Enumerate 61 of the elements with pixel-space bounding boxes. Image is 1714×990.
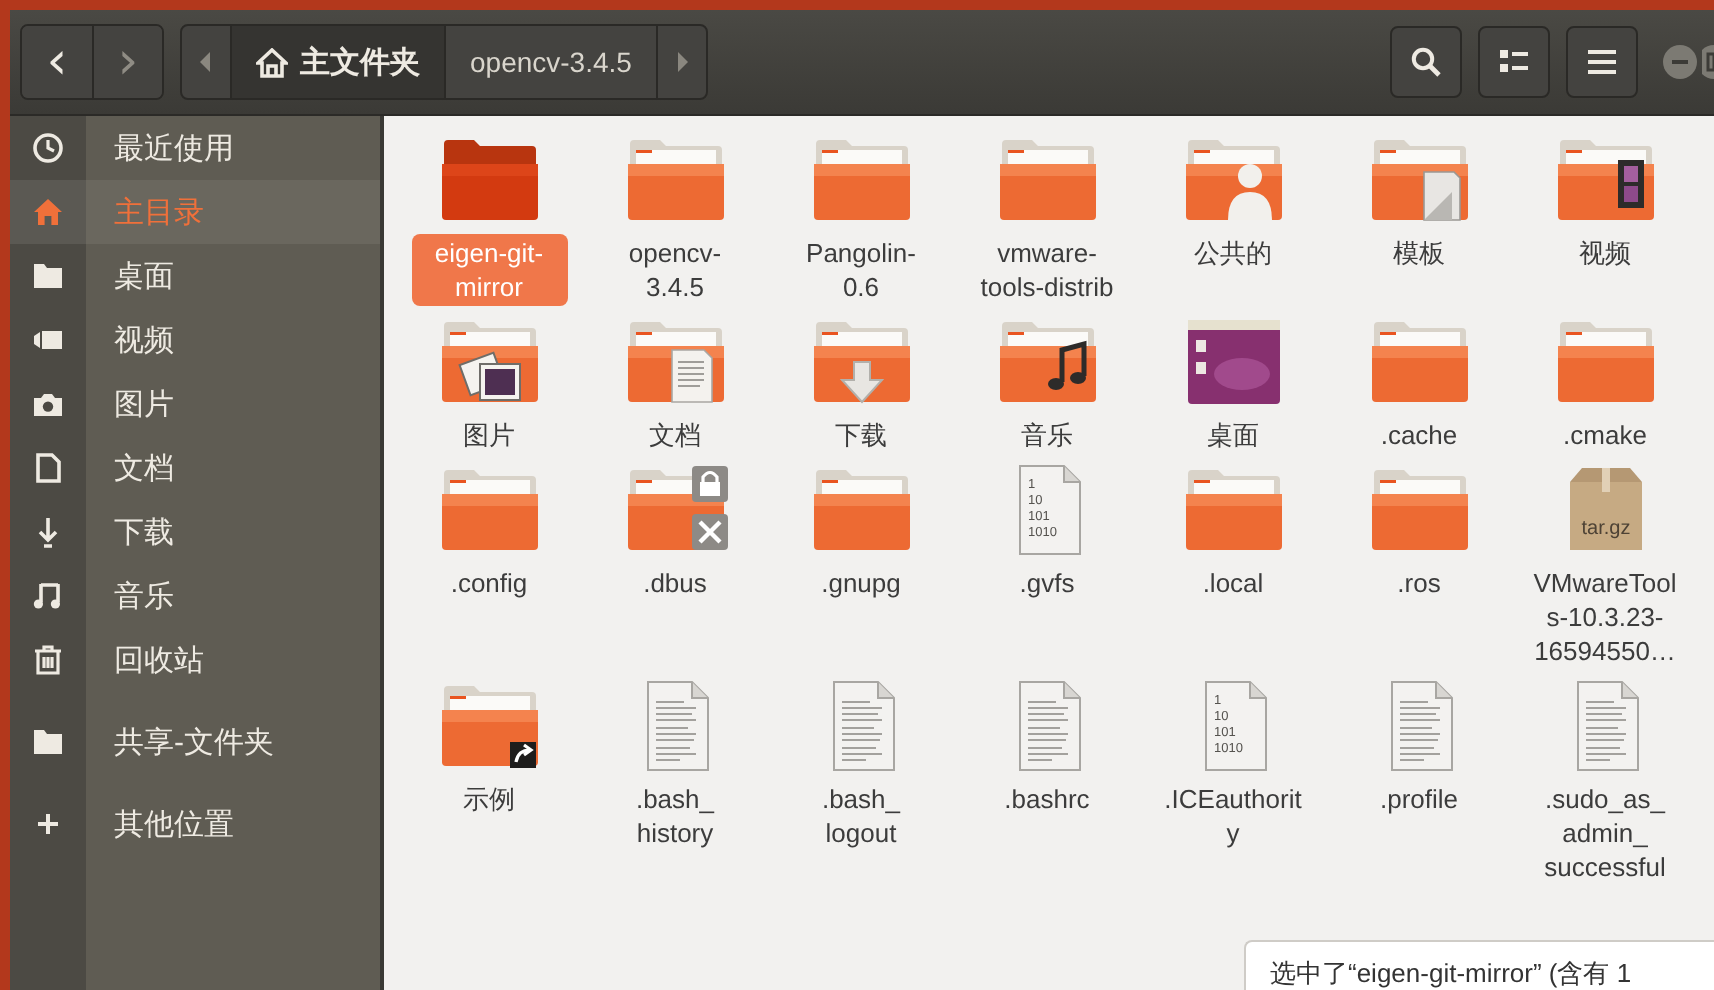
sidebar-item[interactable]: 视频 xyxy=(10,308,380,372)
sidebar-item[interactable]: 下载 xyxy=(10,500,380,564)
back-button[interactable]: ‹ xyxy=(22,26,92,98)
sidebar-item[interactable]: 音乐 xyxy=(10,564,380,628)
file-name[interactable]: .config xyxy=(444,564,534,602)
clock-icon xyxy=(32,132,64,164)
file-name[interactable]: 图片 xyxy=(457,416,521,454)
music-icon xyxy=(32,580,64,612)
file-name[interactable]: 模板 xyxy=(1387,234,1451,272)
document-icon xyxy=(32,452,64,484)
sidebar-item[interactable]: 图片 xyxy=(10,372,380,436)
file-name[interactable]: .cmake xyxy=(1557,416,1653,454)
search-icon xyxy=(1410,46,1442,78)
minimize-button[interactable] xyxy=(1662,44,1698,80)
file-name[interactable]: vmware-tools-distrib xyxy=(969,234,1125,306)
sidebar-item[interactable]: 共享-文件夹 xyxy=(10,710,380,774)
file-name[interactable]: .bash_logout xyxy=(783,780,939,852)
file-name[interactable]: .bash_history xyxy=(597,780,753,852)
list-view-icon xyxy=(1500,50,1528,74)
search-button[interactable] xyxy=(1390,26,1462,98)
file-name[interactable]: .ICEauthority xyxy=(1155,780,1311,852)
path-button[interactable]: 主文件夹 xyxy=(230,26,444,98)
file-name[interactable]: opencv-3.4.5 xyxy=(597,234,753,306)
file-name[interactable]: 视频 xyxy=(1573,234,1637,272)
file-name[interactable]: .gnupg xyxy=(815,564,907,602)
scroll-left-icon[interactable] xyxy=(198,52,214,72)
file-name[interactable]: .profile xyxy=(1373,780,1465,818)
file-name[interactable]: 公共的 xyxy=(1188,234,1278,272)
file-name[interactable]: 文档 xyxy=(643,416,707,454)
folder-icon xyxy=(32,726,64,758)
sidebar-item[interactable]: 其他位置 xyxy=(10,792,380,856)
menu-button[interactable] xyxy=(1566,26,1638,98)
file-name[interactable]: 示例 xyxy=(457,780,521,818)
camera-icon xyxy=(32,388,64,420)
scroll-right-icon[interactable] xyxy=(673,52,690,72)
home-icon xyxy=(256,47,288,77)
file-name[interactable]: .cache xyxy=(1374,416,1464,454)
file-name[interactable]: VMwareTools-10.3.23-16594550… xyxy=(1527,564,1683,670)
menu-icon xyxy=(1588,50,1616,74)
sidebar-item[interactable]: 回收站 xyxy=(10,628,380,692)
sidebar-item[interactable]: 桌面 xyxy=(10,244,380,308)
home-icon xyxy=(32,196,64,228)
view-options-button[interactable] xyxy=(1478,26,1550,98)
trash-icon xyxy=(32,644,64,676)
file-name[interactable]: .ros xyxy=(1391,564,1447,602)
folder-icon xyxy=(32,260,64,292)
path-button[interactable]: opencv-3.4.5 xyxy=(444,26,658,98)
file-name[interactable]: 下载 xyxy=(829,416,893,454)
file-name[interactable]: .sudo_as_admin_successful xyxy=(1527,780,1683,886)
maximize-button[interactable] xyxy=(1702,44,1714,80)
sidebar-item[interactable]: 文档 xyxy=(10,436,380,500)
status-text: 选中了“eigen-git-mirror” (含有 1 xyxy=(1270,958,1632,988)
plus-icon xyxy=(32,808,64,840)
file-name[interactable]: .local xyxy=(1196,564,1270,602)
file-name[interactable]: .bashrc xyxy=(998,780,1096,818)
file-name[interactable]: 音乐 xyxy=(1015,416,1079,454)
file-name[interactable]: .gvfs xyxy=(1013,564,1081,602)
file-name[interactable]: .dbus xyxy=(637,564,713,602)
sidebar-item[interactable]: 最近使用 xyxy=(10,116,380,180)
file-name[interactable]: Pangolin-0.6 xyxy=(783,234,939,306)
file-name[interactable]: 桌面 xyxy=(1201,416,1265,454)
